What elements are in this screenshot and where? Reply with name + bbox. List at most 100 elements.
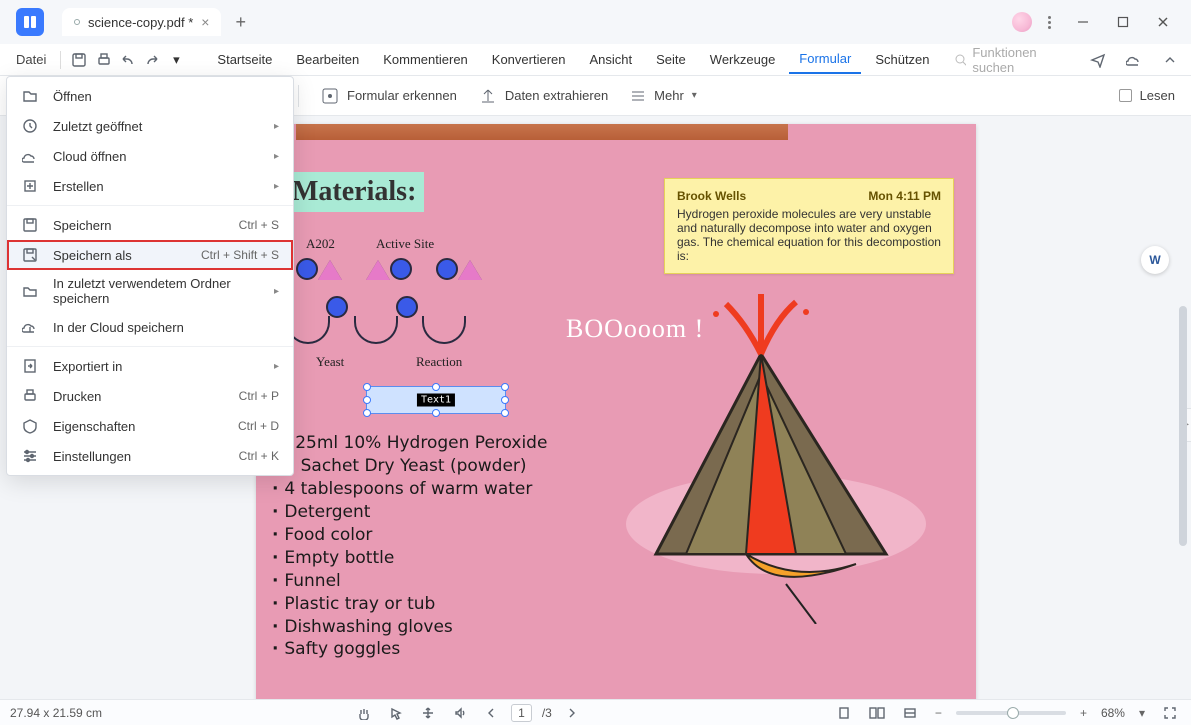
menu-item-folder[interactable]: In zuletzt verwendetem Ordner speichern ▸ — [7, 270, 293, 312]
prev-page-icon[interactable] — [481, 707, 501, 719]
user-avatar[interactable] — [1012, 12, 1032, 32]
page-total: /3 — [542, 706, 552, 720]
maximize-button[interactable] — [1103, 7, 1143, 37]
menu-item-cloud[interactable]: Cloud öffnen▸ — [7, 141, 293, 171]
share-icon[interactable] — [1087, 49, 1109, 71]
close-window-button[interactable] — [1143, 7, 1183, 37]
materials-heading: Materials: — [284, 172, 424, 212]
fullscreen-icon[interactable] — [1159, 706, 1181, 720]
chevron-right-icon: ▸ — [274, 286, 279, 297]
single-page-view-icon[interactable] — [833, 706, 855, 720]
menu-item-label: Exportiert in — [53, 359, 260, 374]
comment-time: Mon 4:11 PM — [868, 189, 941, 203]
list-item: Food color — [272, 524, 576, 547]
quick-access-dropdown-icon[interactable]: ▾ — [166, 49, 186, 71]
menu-item-label: In zuletzt verwendetem Ordner speichern — [53, 276, 260, 306]
select-tool-icon[interactable] — [385, 706, 407, 720]
menu-item-open[interactable]: Öffnen — [7, 81, 293, 111]
zoom-in-icon[interactable]: + — [1076, 706, 1091, 720]
collapse-ribbon-icon[interactable] — [1159, 49, 1181, 71]
open-icon — [21, 87, 39, 105]
menu-item-cloudsave[interactable]: In der Cloud speichern — [7, 312, 293, 342]
diagram-label-yeast: Yeast — [316, 354, 344, 370]
hand-tool-icon[interactable] — [353, 706, 375, 720]
enzyme-diagram: A202 Active Site Yeast Reaction — [286, 236, 576, 376]
list-item: Safty goggles — [272, 638, 576, 661]
tab-werkzeuge[interactable]: Werkzeuge — [700, 46, 786, 73]
comment-author: Brook Wells — [677, 189, 746, 203]
diagram-label-reaction: Reaction — [416, 354, 462, 370]
menu-item-label: In der Cloud speichern — [53, 320, 279, 335]
read-aloud-icon[interactable] — [449, 706, 471, 720]
document-tab[interactable]: science-copy.pdf * × — [62, 8, 221, 36]
menu-item-saveas[interactable]: Speichern alsCtrl + Shift + S — [7, 240, 293, 270]
menu-item-label: Eigenschaften — [53, 419, 224, 434]
fit-width-icon[interactable] — [899, 706, 921, 720]
tab-kommentieren[interactable]: Kommentieren — [373, 46, 478, 73]
app-logo-icon — [16, 8, 44, 36]
minimize-button[interactable] — [1063, 7, 1103, 37]
menu-item-label: Cloud öffnen — [53, 149, 260, 164]
chevron-right-icon: ▸ — [274, 181, 279, 192]
next-page-icon[interactable] — [562, 707, 582, 719]
save-icon — [21, 216, 39, 234]
menu-item-props[interactable]: Eigenschaften Ctrl + D — [7, 411, 293, 441]
overflow-menu-icon[interactable] — [1036, 16, 1063, 29]
zoom-slider[interactable] — [956, 711, 1066, 715]
more-label: Mehr — [654, 88, 684, 103]
file-menu-button[interactable]: Datei — [10, 52, 52, 67]
function-search[interactable]: Funktionen suchen — [954, 45, 1074, 75]
chevron-right-icon: ▸ — [274, 361, 279, 372]
redo-icon[interactable] — [142, 49, 162, 71]
tab-konvertieren[interactable]: Konvertieren — [482, 46, 576, 73]
recent-icon — [21, 117, 39, 135]
extract-data-label: Daten extrahieren — [505, 88, 608, 103]
tab-ansicht[interactable]: Ansicht — [580, 46, 643, 73]
menu-item-recent[interactable]: Zuletzt geöffnet▸ — [7, 111, 293, 141]
print-icon — [21, 387, 39, 405]
zoom-out-icon[interactable]: − — [931, 706, 946, 720]
read-mode-toggle[interactable]: Lesen — [1119, 88, 1175, 103]
menu-item-print[interactable]: DruckenCtrl + P — [7, 381, 293, 411]
extract-data-button[interactable]: Daten extrahieren — [479, 87, 608, 105]
list-item: 1 Sachet Dry Yeast (powder) — [272, 455, 576, 478]
two-page-view-icon[interactable] — [865, 706, 889, 720]
materials-list: 125ml 10% Hydrogen Peroxide1 Sachet Dry … — [272, 432, 576, 661]
settings-icon — [21, 447, 39, 465]
print-icon[interactable] — [94, 49, 114, 71]
cloud-sync-icon[interactable] — [1123, 49, 1145, 71]
cursor-coordinates: 27.94 x 21.59 cm — [10, 706, 102, 720]
zoom-dropdown-icon[interactable]: ▾ — [1135, 706, 1149, 720]
vertical-scrollbar[interactable] — [1179, 306, 1187, 546]
list-item: Detergent — [272, 501, 576, 524]
list-item: Empty bottle — [272, 547, 576, 570]
menu-item-shortcut: Ctrl + D — [238, 419, 279, 433]
menu-item-shortcut: Ctrl + K — [239, 449, 279, 463]
word-export-badge-icon[interactable]: W — [1141, 246, 1169, 274]
chevron-right-icon: ▸ — [274, 121, 279, 132]
new-tab-button[interactable]: + — [235, 12, 246, 33]
pdf-page: Materials: A202 Active Site Yeast Reacti… — [256, 124, 976, 699]
page-input[interactable]: 1 — [511, 704, 532, 722]
cloud-icon — [21, 147, 39, 165]
tab-startseite[interactable]: Startseite — [207, 46, 282, 73]
menu-item-new[interactable]: Erstellen▸ — [7, 171, 293, 201]
scroll-tool-icon[interactable] — [417, 706, 439, 720]
tab-formular[interactable]: Formular — [789, 45, 861, 74]
undo-icon[interactable] — [118, 49, 138, 71]
tab-schuetzen[interactable]: Schützen — [865, 46, 939, 73]
more-button[interactable]: Mehr ▾ — [630, 88, 697, 103]
chevron-down-icon: ▾ — [692, 90, 697, 101]
read-label: Lesen — [1140, 88, 1175, 103]
tab-bearbeiten[interactable]: Bearbeiten — [286, 46, 369, 73]
menu-item-save[interactable]: SpeichernCtrl + S — [7, 210, 293, 240]
recognize-form-button[interactable]: Formular erkennen — [321, 87, 457, 105]
form-text-field[interactable]: Text1 — [366, 386, 506, 414]
comment-sticky-note[interactable]: Brook Wells Mon 4:11 PM Hydrogen peroxid… — [664, 178, 954, 274]
save-icon[interactable] — [69, 49, 89, 71]
tab-seite[interactable]: Seite — [646, 46, 696, 73]
close-tab-icon[interactable]: × — [201, 14, 209, 30]
menu-item-export[interactable]: Exportiert in ▸ — [7, 351, 293, 381]
menu-item-label: Speichern — [53, 218, 225, 233]
menu-item-settings[interactable]: EinstellungenCtrl + K — [7, 441, 293, 471]
